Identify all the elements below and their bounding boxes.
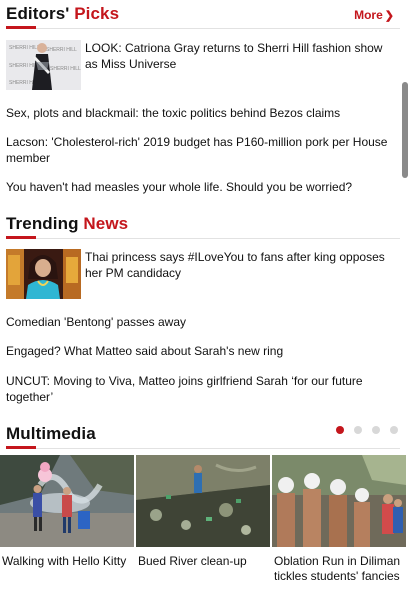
portrait-photo-icon[interactable] — [6, 249, 81, 299]
trending-news-title-part2: News — [83, 214, 129, 233]
multimedia-card-caption[interactable]: Oblation Run in Diliman tickles students… — [274, 554, 406, 584]
editors-picks-featured-headline[interactable]: LOOK: Catriona Gray returns to Sherri Hi… — [85, 40, 385, 72]
trending-news-title: Trending News — [6, 214, 400, 234]
multimedia-card-caption[interactable]: Walking with Hello Kitty — [2, 554, 134, 569]
carousel-pagination — [334, 426, 404, 436]
multimedia-header: Multimedia — [6, 424, 318, 448]
multimedia-underline — [6, 446, 36, 449]
trending-news-item[interactable]: UNCUT: Moving to Viva, Matteo joins girl… — [6, 373, 391, 405]
fashion-photo-icon[interactable]: SHERRI HILL SHERRI HILL SHERRI HILL SHER… — [6, 40, 81, 90]
editors-picks-title-part2: Picks — [74, 4, 120, 23]
editors-picks-item[interactable]: Sex, plots and blackmail: the toxic poli… — [6, 105, 391, 121]
trending-news-header: Trending News — [6, 214, 400, 238]
more-label: More — [354, 8, 383, 22]
multimedia-card-caption[interactable]: Bued River clean-up — [138, 554, 270, 569]
svg-text:SHERRI HILL: SHERRI HILL — [50, 66, 81, 72]
trending-news-featured[interactable]: Thai princess says #ILoveYou to fans aft… — [6, 249, 386, 303]
trending-news-underline — [6, 236, 36, 239]
multimedia-divider — [36, 448, 400, 449]
carousel-dot-1[interactable] — [336, 426, 344, 434]
svg-text:SHERRI HILL: SHERRI HILL — [46, 47, 77, 53]
trending-news-featured-headline[interactable]: Thai princess says #ILoveYou to fans aft… — [85, 249, 385, 281]
trending-news-divider — [36, 238, 400, 239]
crowd-photo-icon[interactable] — [272, 455, 406, 547]
trending-news-title-part1: Trending — [6, 214, 79, 233]
svg-text:SHERRI HILL: SHERRI HILL — [9, 45, 40, 51]
fountain-photo-icon[interactable] — [0, 455, 134, 547]
scrollbar-thumb[interactable] — [402, 82, 408, 178]
carousel-dot-2[interactable] — [354, 426, 362, 434]
editors-picks-title: Editors' Picks — [6, 4, 400, 24]
editors-picks-title-part1: Editors' — [6, 4, 70, 23]
editors-picks-underline — [6, 26, 36, 29]
trending-news-item[interactable]: Comedian 'Bentong' passes away — [6, 314, 391, 330]
river-photo-icon[interactable] — [136, 455, 270, 547]
chevron-right-icon: ❯ — [384, 10, 394, 22]
editors-picks-header: Editors' Picks More ❯ — [6, 4, 400, 28]
carousel-dot-3[interactable] — [372, 426, 380, 434]
editors-picks-item[interactable]: You haven't had measles your whole life.… — [6, 179, 391, 195]
editors-picks-divider — [36, 28, 400, 29]
editors-picks-featured[interactable]: SHERRI HILL SHERRI HILL SHERRI HILL SHER… — [6, 40, 386, 94]
trending-news-item[interactable]: Engaged? What Matteo said about Sarah's … — [6, 343, 391, 359]
carousel-dot-4[interactable] — [390, 426, 398, 434]
editors-picks-item[interactable]: Lacson: 'Cholesterol-rich' 2019 budget h… — [6, 134, 391, 166]
multimedia-title: Multimedia — [6, 424, 96, 443]
more-link[interactable]: More ❯ — [354, 8, 394, 22]
